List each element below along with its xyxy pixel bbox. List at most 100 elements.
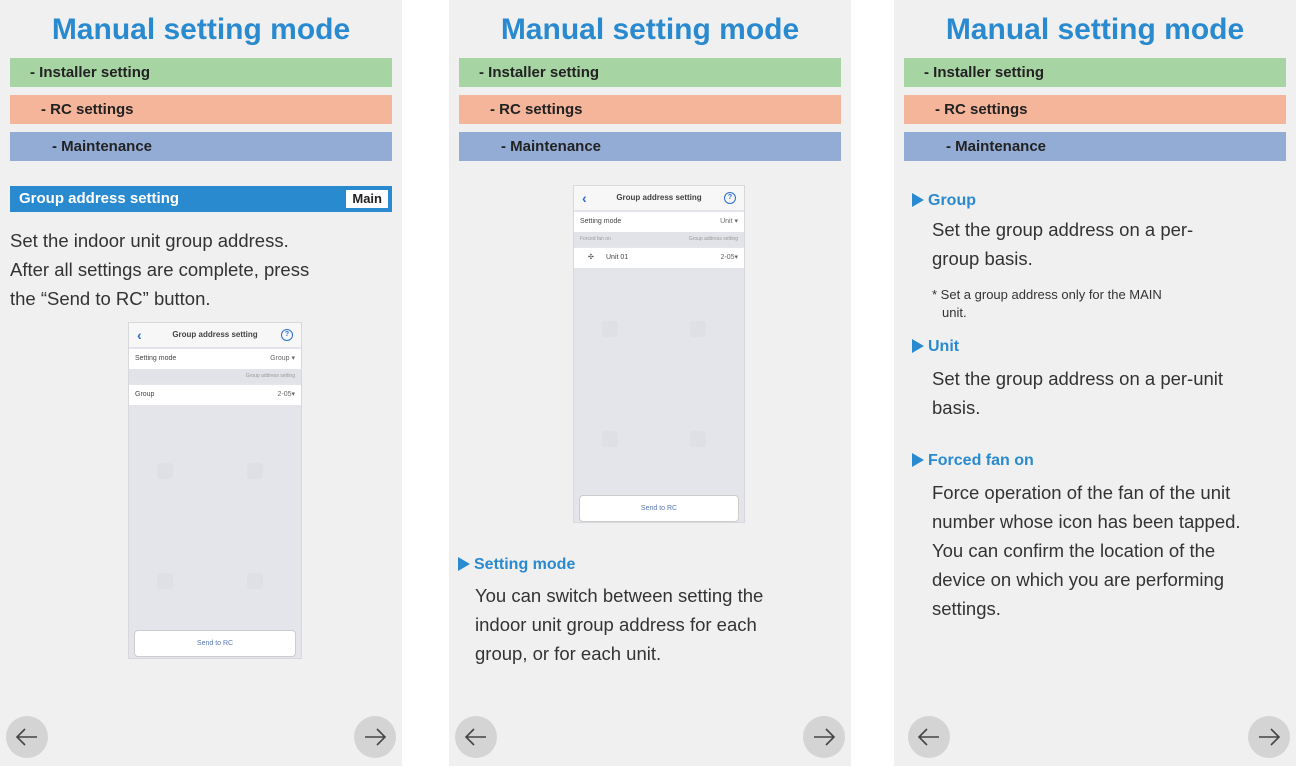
phone-title-bar: ‹ Group address setting ? [574, 186, 744, 210]
setting-mode-row[interactable]: Setting mode Group ▾ [129, 349, 301, 369]
arrow-left-icon [917, 728, 939, 746]
panel-modes-explained: Manual setting mode - Installer setting … [894, 0, 1296, 766]
arrow-right-icon [814, 728, 836, 746]
breadcrumb-label: - Installer setting [479, 64, 600, 81]
body-line: settings. [932, 598, 1001, 619]
back-icon[interactable]: ‹ [137, 323, 142, 347]
setting-mode-label: Setting mode [580, 218, 622, 225]
phone-title: Group address setting [616, 193, 702, 202]
arrow-right-icon [365, 728, 387, 746]
unit-label: Unit 01 [606, 254, 629, 261]
setting-mode-select[interactable]: Unit ▾ [720, 212, 738, 232]
setting-mode-label: Setting mode [135, 355, 177, 362]
section-body-forced-fan: Force operation of the fan of the unit n… [932, 478, 1241, 623]
next-arrow-button[interactable] [803, 716, 845, 758]
group-row[interactable]: Group 2-05▾ [129, 385, 301, 405]
body-line: Force operation of the fan of the unit [932, 482, 1231, 503]
breadcrumb-label: - Maintenance [52, 138, 153, 155]
panel-group-address-main: Manual setting mode - Installer setting … [0, 0, 402, 766]
note-group: * Set a group address only for the MAIN … [932, 286, 1162, 322]
prev-arrow-button[interactable] [908, 716, 950, 758]
list-subheader: Group address setting [129, 369, 301, 383]
breadcrumb-installer-setting: - Installer setting [10, 58, 392, 87]
subheader-label: Group address setting [245, 373, 295, 379]
body-line: indoor unit group address for each [475, 614, 757, 635]
faded-icon [157, 573, 173, 589]
panel-setting-mode: Manual setting mode - Installer setting … [449, 0, 851, 766]
next-arrow-button[interactable] [1248, 716, 1290, 758]
breadcrumb-installer-setting: - Installer setting [904, 58, 1286, 87]
group-address-select[interactable]: 2-05▾ [720, 248, 738, 268]
section-heading-label: Forced fan on [928, 452, 1034, 469]
breadcrumb-maintenance: - Maintenance [904, 132, 1286, 161]
main-badge: Main [346, 190, 388, 208]
setting-mode-row[interactable]: Setting mode Unit ▾ [574, 212, 744, 232]
faded-icon [602, 431, 618, 447]
body-line: You can confirm the location of the [932, 540, 1216, 561]
arrow-right-icon [1259, 728, 1281, 746]
breadcrumb-label: - Maintenance [946, 138, 1047, 155]
section-heading-setting-mode: Setting mode [458, 555, 575, 575]
breadcrumb-label: - Installer setting [30, 64, 151, 81]
section-heading-label: Unit [928, 338, 960, 355]
triangle-bullet-icon [458, 557, 470, 571]
breadcrumb-maintenance: - Maintenance [459, 132, 841, 161]
faded-icon [602, 321, 618, 337]
breadcrumb-label: - RC settings [41, 101, 134, 118]
subheader-left-label: Forced fan on [580, 236, 611, 242]
section-body: You can switch between setting the indoo… [475, 581, 763, 668]
group-address-select[interactable]: 2-05▾ [277, 385, 295, 405]
group-label: Group [135, 391, 155, 398]
breadcrumb-rc-settings: - RC settings [10, 95, 392, 124]
phone-screenshot: ‹ Group address setting ? Setting mode U… [573, 185, 745, 523]
page-title: Manual setting mode [500, 13, 800, 46]
body-line: number whose icon has been tapped. [932, 511, 1241, 532]
subheader-right-label: Group address setting [688, 236, 738, 242]
phone-title: Group address setting [172, 330, 258, 339]
breadcrumb-label: - RC settings [490, 101, 583, 118]
section-heading-forced-fan: Forced fan on [912, 451, 1034, 471]
note-line: * Set a group address only for the MAIN [932, 287, 1162, 302]
triangle-bullet-icon [912, 453, 924, 467]
page-title: Manual setting mode [945, 13, 1245, 46]
breadcrumb-rc-settings: - RC settings [904, 95, 1286, 124]
back-icon[interactable]: ‹ [582, 186, 587, 210]
help-icon[interactable]: ? [724, 192, 736, 204]
section-header-group-address: Group address setting Main [10, 186, 392, 212]
arrow-left-icon [464, 728, 486, 746]
send-to-rc-button[interactable]: Send to RC [134, 630, 296, 657]
breadcrumb-rc-settings: - RC settings [459, 95, 841, 124]
body-line: group, or for each unit. [475, 643, 662, 664]
body-line: You can switch between setting the [475, 585, 764, 606]
send-to-rc-button[interactable]: Send to RC [579, 495, 739, 522]
phone-screenshot: ‹ Group address setting ? Setting mode G… [128, 322, 302, 659]
section-body-unit: Set the group address on a per-unit basi… [932, 364, 1223, 422]
description-line: the “Send to RC” button. [10, 288, 211, 309]
arrow-left-icon [15, 728, 37, 746]
setting-mode-select[interactable]: Group ▾ [270, 349, 295, 369]
breadcrumb-label: - Maintenance [501, 138, 602, 155]
body-line: device on which you are performing [932, 569, 1225, 590]
faded-icon [247, 573, 263, 589]
list-subheader: Forced fan on Group address setting [574, 232, 744, 246]
body-line: group basis. [932, 248, 1033, 269]
prev-arrow-button[interactable] [455, 716, 497, 758]
breadcrumb-maintenance: - Maintenance [10, 132, 392, 161]
breadcrumb-installer-setting: - Installer setting [459, 58, 841, 87]
triangle-bullet-icon [912, 193, 924, 207]
section-body-group: Set the group address on a per- group ba… [932, 215, 1193, 273]
next-arrow-button[interactable] [354, 716, 396, 758]
section-header-label: Group address setting [19, 190, 180, 207]
help-icon[interactable]: ? [281, 329, 293, 341]
body-line: basis. [932, 397, 981, 418]
section-heading-label: Group [928, 192, 976, 209]
note-line: unit. [942, 305, 967, 320]
faded-icon [690, 321, 706, 337]
section-heading-group: Group [912, 191, 976, 211]
body-line: Set the group address on a per- [932, 219, 1194, 240]
prev-arrow-button[interactable] [6, 716, 48, 758]
description: Set the indoor unit group address. After… [10, 226, 390, 313]
fan-icon[interactable]: ✣ [588, 248, 594, 268]
unit-row[interactable]: ✣ Unit 01 2-05▾ [574, 248, 744, 268]
faded-icon [157, 463, 173, 479]
